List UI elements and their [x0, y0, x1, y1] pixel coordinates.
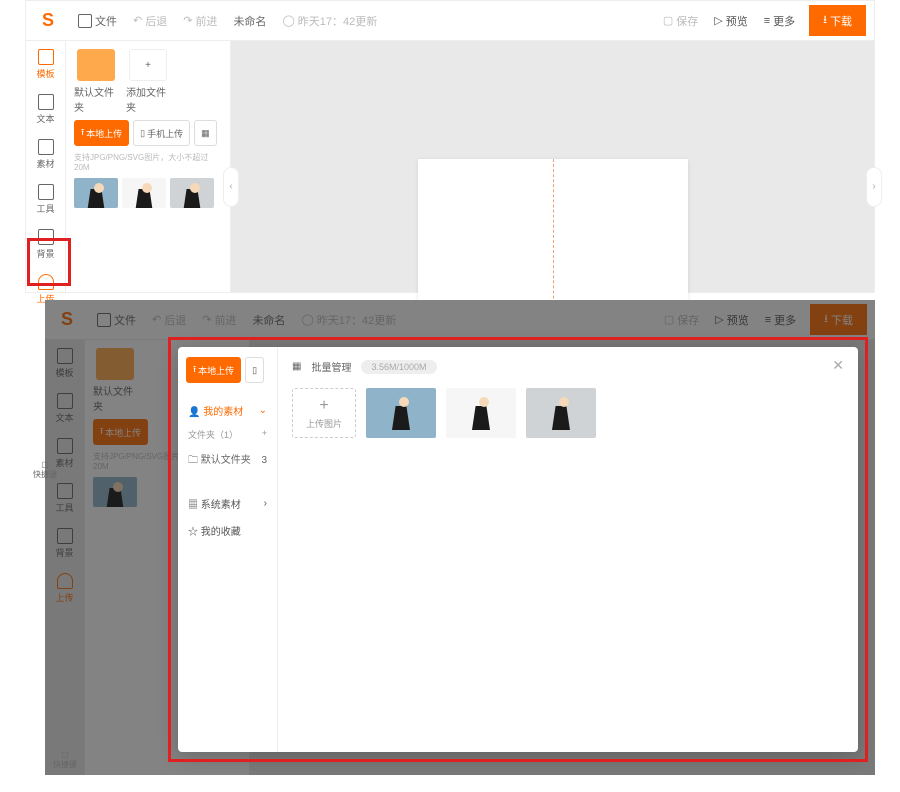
- shortcut-label[interactable]: ▢快捷键: [50, 750, 80, 770]
- doc-title[interactable]: 未命名: [225, 9, 274, 33]
- asset-thumb[interactable]: [170, 178, 214, 208]
- nav-template[interactable]: 模板: [26, 47, 65, 82]
- nav-text[interactable]: 文本: [26, 92, 65, 127]
- tool-icon: [38, 184, 54, 200]
- template-icon: [38, 49, 54, 65]
- nav-tool[interactable]: 工具: [26, 182, 65, 217]
- asset-thumb[interactable]: [74, 178, 118, 208]
- text-icon: [38, 94, 54, 110]
- highlight-upload-nav: [27, 238, 71, 286]
- local-upload-button[interactable]: ⭱ 本地上传: [74, 120, 129, 146]
- collapse-right[interactable]: ›: [866, 167, 882, 207]
- folder-default[interactable]: 默认文件夹: [74, 49, 118, 114]
- upload-hint: 支持JPG/PNG/SVG图片，大小不超过20M: [74, 152, 222, 172]
- save-button[interactable]: ▢ 保存: [655, 9, 706, 33]
- phone-upload-button[interactable]: ▯ 手机上传: [133, 120, 190, 146]
- nav-material[interactable]: 素材: [26, 137, 65, 172]
- download-button[interactable]: ⭳ 下载: [809, 5, 866, 36]
- asset-thumb[interactable]: [122, 178, 166, 208]
- canvas[interactable]: ‹ ›: [231, 41, 874, 292]
- plus-icon: +: [129, 49, 167, 81]
- upload-panel: 默认文件夹 +添加文件夹 ⭱ 本地上传 ▯ 手机上传 ▦ 支持JPG/PNG/S…: [66, 41, 231, 292]
- autosave-toggle[interactable]: ◯ 昨天17：42更新: [274, 9, 385, 33]
- highlight-modal: [168, 337, 868, 762]
- file-icon: [78, 14, 92, 28]
- folder-icon: [77, 49, 115, 81]
- redo-button[interactable]: ↷ 前进: [175, 9, 225, 33]
- more-button[interactable]: ≡ 更多: [756, 9, 803, 33]
- folder-add[interactable]: +添加文件夹: [126, 49, 170, 114]
- editor-window-top: S 文件 ↶ 后退 ↷ 前进 未命名 ◯ 昨天17：42更新 ▢ 保存 ▷ 预览…: [25, 0, 875, 293]
- app-logo[interactable]: S: [34, 7, 62, 35]
- undo-button[interactable]: ↶ 后退: [125, 9, 175, 33]
- topbar: S 文件 ↶ 后退 ↷ 前进 未命名 ◯ 昨天17：42更新 ▢ 保存 ▷ 预览…: [26, 1, 874, 41]
- preview-button[interactable]: ▷ 预览: [706, 9, 755, 33]
- menu-file[interactable]: 文件: [70, 9, 125, 33]
- shortcut-label[interactable]: ▢快捷键: [30, 460, 60, 480]
- material-icon: [38, 139, 54, 155]
- grid-view-button[interactable]: ▦: [194, 120, 217, 146]
- collapse-left[interactable]: ‹: [223, 167, 239, 207]
